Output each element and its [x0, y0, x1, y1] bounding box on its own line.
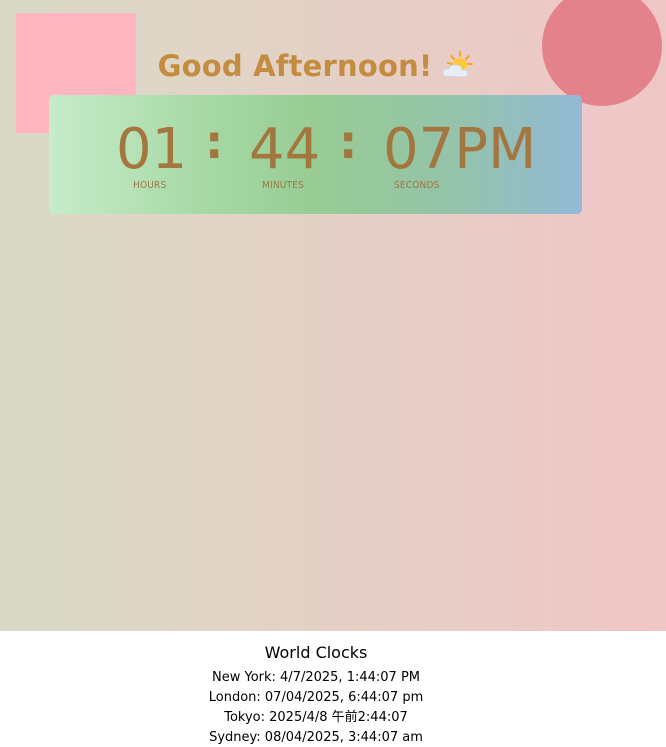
hours-label: HOURS [133, 180, 167, 191]
period-value: PM [454, 117, 537, 182]
seconds-value: 07PM [383, 117, 536, 183]
sun-behind-cloud-icon [440, 50, 474, 80]
minutes-label: MINUTES [262, 180, 305, 191]
clock-card: 01 HOURS : 44 MINUTES : 07PM SECONDS [49, 95, 582, 214]
hours-value: 01 [116, 117, 188, 182]
minutes-value: 44 [249, 117, 321, 182]
world-clock-tokyo: Tokyo: 2025/4/8 午前2:44:07 [224, 710, 408, 725]
world-clock-new-york: New York: 4/7/2025, 1:44:07 PM [212, 670, 420, 685]
greeting-text: Good Afternoon! [157, 49, 433, 83]
seconds-digits: 07 [383, 117, 455, 182]
world-clock-sydney: Sydney: 08/04/2025, 3:44:07 am [209, 730, 423, 745]
world-clock-london: London: 07/04/2025, 6:44:07 pm [208, 690, 424, 705]
seconds-label: SECONDS [394, 180, 440, 191]
greeting-heading: Good Afternoon! [0, 46, 632, 86]
separator-minutes-seconds: : [339, 115, 358, 169]
world-clocks-section: World Clocks New York: 4/7/2025, 1:44:07… [0, 631, 632, 747]
page-background: Good Afternoon! 01 HOURS : 44 MINUTES : … [0, 0, 666, 631]
separator-hours-minutes: : [205, 115, 224, 169]
world-clocks-title: World Clocks [264, 643, 368, 662]
